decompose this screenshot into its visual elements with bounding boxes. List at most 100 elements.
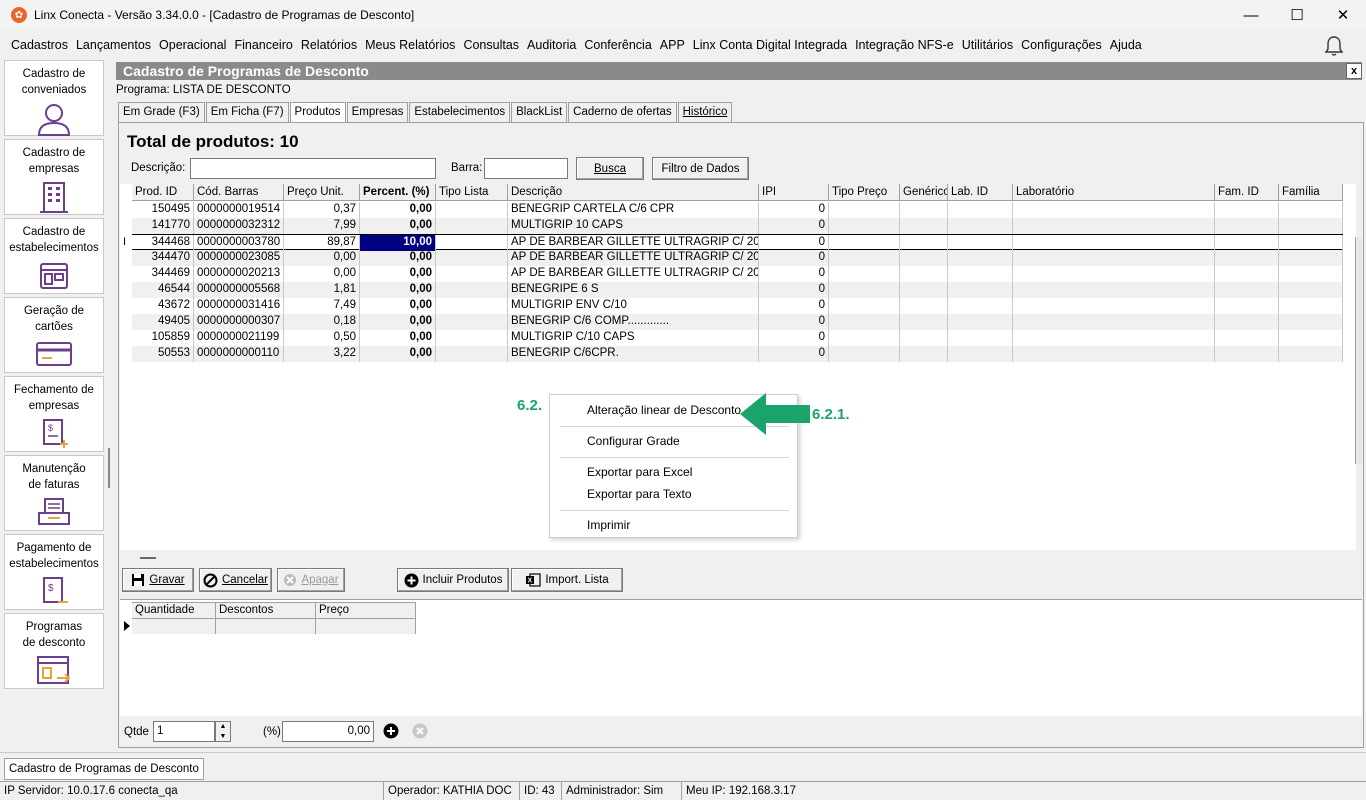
table-row[interactable]: 105859 0000000021199 0,50 0,00 MULTIGRIP C/1…	[132, 330, 1343, 346]
cell[interactable]	[316, 619, 416, 634]
cell[interactable]: 0000000020213	[194, 266, 284, 282]
cancelar-button[interactable]: Cancelar	[199, 568, 272, 592]
cell[interactable]	[900, 282, 948, 298]
cell[interactable]	[1279, 235, 1343, 251]
cell[interactable]: AP DE BARBEAR GILLETTE ULTRAGRIP C/ 20 +	[508, 266, 759, 282]
cell[interactable]	[1013, 298, 1215, 314]
cell[interactable]	[1013, 218, 1215, 234]
cell[interactable]: 0000000003780	[194, 235, 284, 251]
cell[interactable]	[1215, 218, 1279, 234]
bell-icon[interactable]	[1324, 35, 1344, 60]
cell[interactable]	[1013, 250, 1215, 266]
cell[interactable]	[1013, 346, 1215, 362]
window-tab-programas-desconto[interactable]: Cadastro de Programas de Desconto	[4, 758, 204, 780]
col-lab-id[interactable]: Lab. ID	[948, 184, 1013, 201]
cell[interactable]	[1279, 330, 1343, 346]
menu-imprimir[interactable]: Imprimir	[587, 518, 630, 532]
col-tipo-lista[interactable]: Tipo Lista	[436, 184, 508, 201]
cell[interactable]: 141770	[132, 218, 194, 234]
cell[interactable]: 150495	[132, 202, 194, 218]
cell[interactable]: 0	[759, 250, 829, 266]
tab-em-ficha[interactable]: Em Ficha (F7)	[205, 102, 289, 122]
cell[interactable]: BENEGRIP C/6CPR.	[508, 346, 759, 362]
menu-exportar-excel[interactable]: Exportar para Excel	[587, 465, 692, 479]
sidebar-item-faturas[interactable]: Manutenção de faturas	[4, 455, 104, 531]
cell[interactable]	[1013, 266, 1215, 282]
cell[interactable]: 0	[759, 266, 829, 282]
cell[interactable]	[132, 619, 216, 634]
grid-scrollbar[interactable]	[1355, 237, 1362, 464]
col-quantidade[interactable]: Quantidade	[132, 602, 216, 619]
menu-financeiro[interactable]: Financeiro	[230, 38, 296, 52]
cell[interactable]	[829, 250, 900, 266]
sidebar-item-fechamento[interactable]: Fechamento de empresas $	[4, 376, 104, 452]
cell[interactable]	[436, 202, 508, 218]
cell[interactable]: MULTIGRIP ENV C/10	[508, 298, 759, 314]
remove-tier-icon[interactable]	[412, 723, 428, 742]
cell[interactable]: 0000000032312	[194, 218, 284, 234]
close-button[interactable]: ✕	[1320, 0, 1366, 30]
menu-consultas[interactable]: Consultas	[459, 38, 523, 52]
cell[interactable]: 344469	[132, 266, 194, 282]
cell[interactable]	[1279, 298, 1343, 314]
cell[interactable]	[1279, 346, 1343, 362]
cell[interactable]	[436, 282, 508, 298]
cell[interactable]	[829, 218, 900, 234]
cell[interactable]: 0,00	[284, 266, 360, 282]
cell[interactable]	[900, 218, 948, 234]
cell[interactable]: 0,00	[360, 202, 436, 218]
add-tier-icon[interactable]	[383, 723, 399, 742]
menu-meus-relatorios[interactable]: Meus Relatórios	[361, 38, 459, 52]
menu-exportar-texto[interactable]: Exportar para Texto	[587, 487, 692, 501]
cell[interactable]	[1215, 250, 1279, 266]
cell[interactable]	[900, 266, 948, 282]
cell[interactable]	[948, 346, 1013, 362]
gravar-button[interactable]: Gravar	[122, 568, 194, 592]
cell[interactable]	[900, 298, 948, 314]
cell[interactable]: 0	[759, 298, 829, 314]
table-row[interactable]: 344469 0000000020213 0,00 0,00 AP DE BARBEAR…	[132, 266, 1343, 282]
col-prod-id[interactable]: Prod. ID	[132, 184, 194, 201]
cell[interactable]: AP DE BARBEAR GILLETTE ULTRAGRIP C/ 20 +	[508, 235, 759, 251]
cell[interactable]	[436, 330, 508, 346]
cell[interactable]	[948, 250, 1013, 266]
cell[interactable]	[900, 346, 948, 362]
cell[interactable]: MULTIGRIP 10 CAPS	[508, 218, 759, 234]
cell[interactable]: BENEGRIP C/6 COMP.............	[508, 314, 759, 330]
tab-caderno-ofertas[interactable]: Caderno de ofertas	[568, 102, 677, 122]
cell[interactable]	[1279, 266, 1343, 282]
table-row[interactable]: 344468 0000000003780 89,87 10,00 AP DE BARBE…	[132, 234, 1343, 251]
cell[interactable]: 0000000031416	[194, 298, 284, 314]
cell[interactable]: 105859	[132, 330, 194, 346]
tab-historico[interactable]: Histórico	[677, 102, 733, 122]
cell[interactable]: 3,22	[284, 346, 360, 362]
cell[interactable]: 0,00	[360, 346, 436, 362]
cell[interactable]	[829, 346, 900, 362]
col-percent[interactable]: Percent. (%)	[360, 184, 436, 201]
sidebar-item-empresas[interactable]: Cadastro de empresas	[4, 139, 104, 215]
cell[interactable]: AP DE BARBEAR GILLETTE ULTRAGRIP C/ 20 +	[508, 250, 759, 266]
sidebar-splitter[interactable]	[108, 448, 110, 488]
cell[interactable]	[436, 218, 508, 234]
cell[interactable]: BENEGRIP CARTELA C/6 CPR	[508, 202, 759, 218]
sidebar-item-conveniados[interactable]: Cadastro de conveniados	[4, 60, 104, 136]
cell[interactable]: 0,00	[360, 250, 436, 266]
cell[interactable]	[1279, 250, 1343, 266]
cell[interactable]: 46544	[132, 282, 194, 298]
cell[interactable]	[829, 282, 900, 298]
cell[interactable]	[900, 250, 948, 266]
cell[interactable]: 0000000005568	[194, 282, 284, 298]
minimize-button[interactable]: —	[1228, 0, 1274, 30]
table-row[interactable]: 150495 0000000019514 0,37 0,00 BENEGRIP CART…	[132, 202, 1343, 218]
cell[interactable]	[829, 314, 900, 330]
menu-linx-conta-digital[interactable]: Linx Conta Digital Integrada	[689, 38, 851, 52]
cell[interactable]: 0	[759, 235, 829, 251]
cell[interactable]: 344468	[132, 235, 194, 251]
cell[interactable]: 0	[759, 218, 829, 234]
cell[interactable]	[948, 218, 1013, 234]
sidebar-item-programas-desconto[interactable]: Programas de desconto	[4, 613, 104, 689]
apagar-button[interactable]: Apagar	[277, 568, 345, 592]
cell[interactable]	[1215, 202, 1279, 218]
menu-utilitarios[interactable]: Utilitários	[958, 38, 1017, 52]
cell[interactable]: 0,00	[360, 282, 436, 298]
